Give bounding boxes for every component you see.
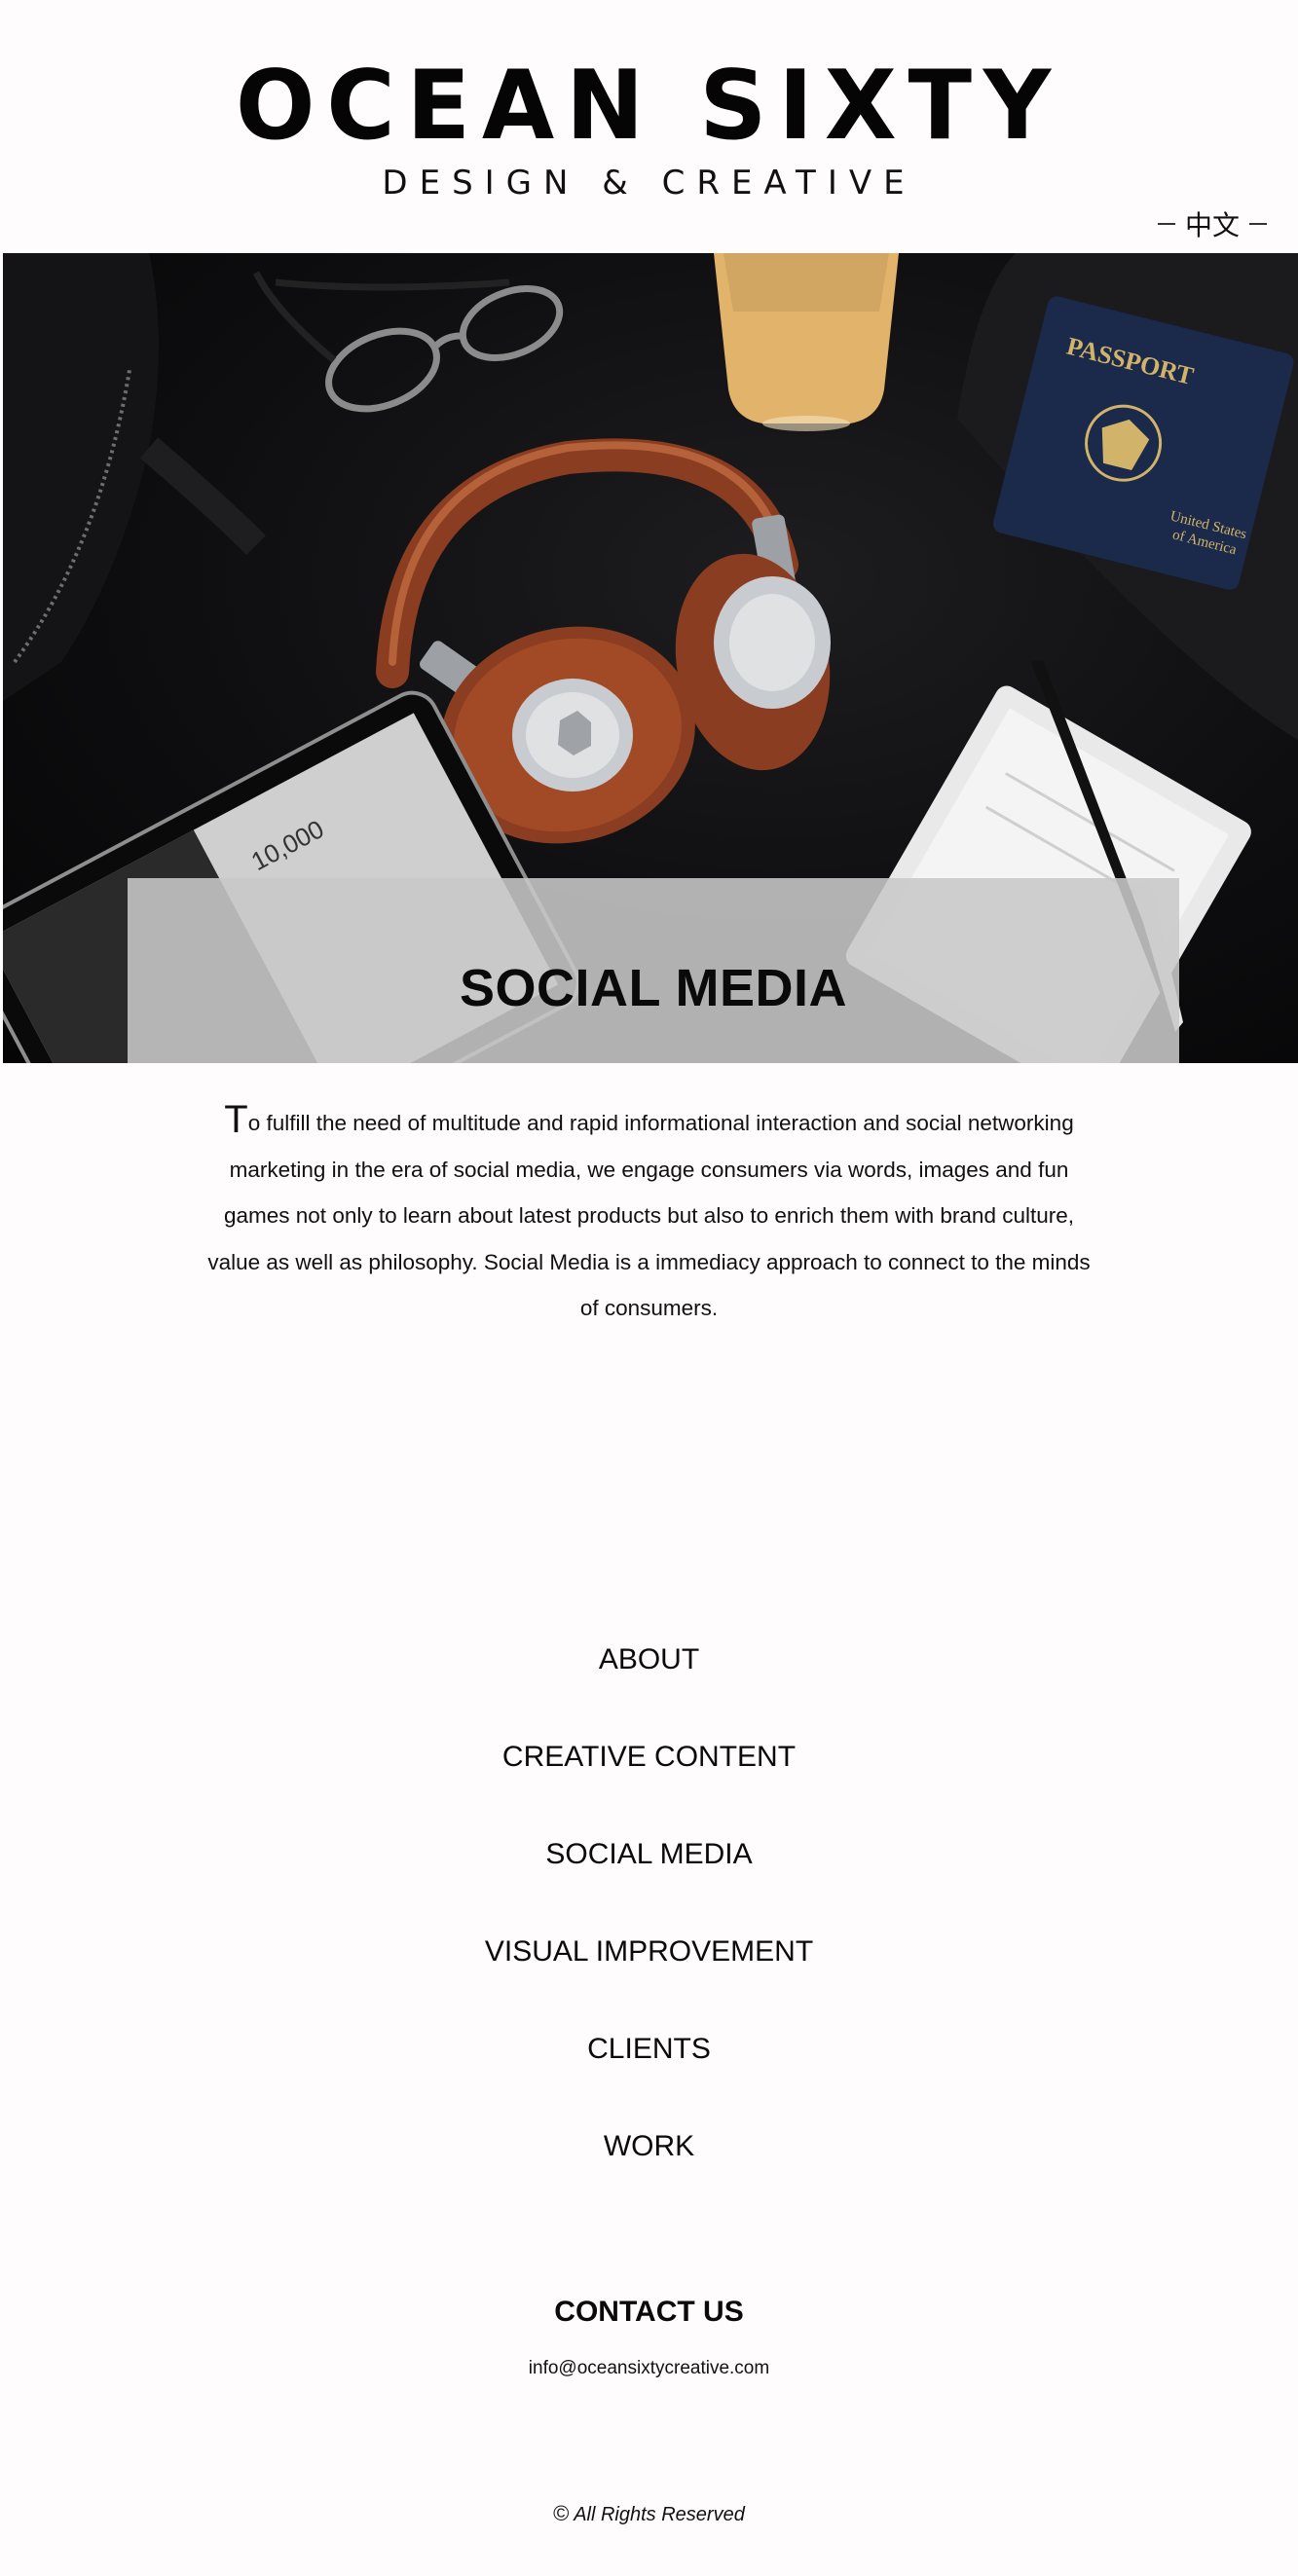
glasses <box>252 271 564 413</box>
nav-item-social-media[interactable]: SOCIAL MEDIA <box>0 1825 1298 1923</box>
dash-left-icon <box>1157 223 1175 225</box>
language-switch[interactable]: 中文 <box>1157 204 1267 243</box>
nav-item-visual-improvement[interactable]: VISUAL IMPROVEMENT <box>0 1923 1298 2020</box>
logo-title: OCEAN SIXTY <box>235 51 1063 162</box>
main-nav: ABOUT CREATIVE CONTENT SOCIAL MEDIA VISU… <box>0 1631 1298 2215</box>
bag-strap <box>139 437 266 555</box>
bag-shape <box>3 253 159 701</box>
nav-item-work[interactable]: WORK <box>0 2117 1298 2215</box>
intro-text: o fulfill the need of multitude and rapi… <box>207 1111 1091 1320</box>
site-header: OCEAN SIXTY DESIGN & CREATIVE 中文 <box>0 0 1298 253</box>
hero-banner: PASSPORT United States of America 10,000… <box>3 253 1298 1063</box>
hero-caption-box: SOCIAL MEDIA <box>128 878 1179 1063</box>
copyright-icon: © <box>553 2501 570 2525</box>
iced-coffee <box>714 253 899 431</box>
nav-item-about[interactable]: ABOUT <box>0 1631 1298 1728</box>
nav-item-clients[interactable]: CLIENTS <box>0 2020 1298 2117</box>
intro-drop-cap: T <box>224 1098 248 1141</box>
contact-email-link[interactable]: info@oceansixtycreative.com <box>0 2358 1298 2379</box>
contact-heading: CONTACT US <box>554 2296 744 2328</box>
copyright-text: All Rights Reserved <box>574 2504 745 2525</box>
nav-item-creative-content[interactable]: CREATIVE CONTENT <box>0 1728 1298 1825</box>
intro-paragraph: To fulfill the need of multitude and rap… <box>204 1100 1094 1332</box>
page-title: SOCIAL MEDIA <box>459 959 848 1017</box>
logo-subtitle: DESIGN & CREATIVE <box>382 164 916 202</box>
logo[interactable]: OCEAN SIXTY DESIGN & CREATIVE <box>0 55 1298 202</box>
dash-right-icon <box>1249 223 1267 225</box>
language-label: 中文 <box>1184 210 1240 240</box>
footer-copyright: © All Rights Reserved <box>0 2501 1298 2526</box>
